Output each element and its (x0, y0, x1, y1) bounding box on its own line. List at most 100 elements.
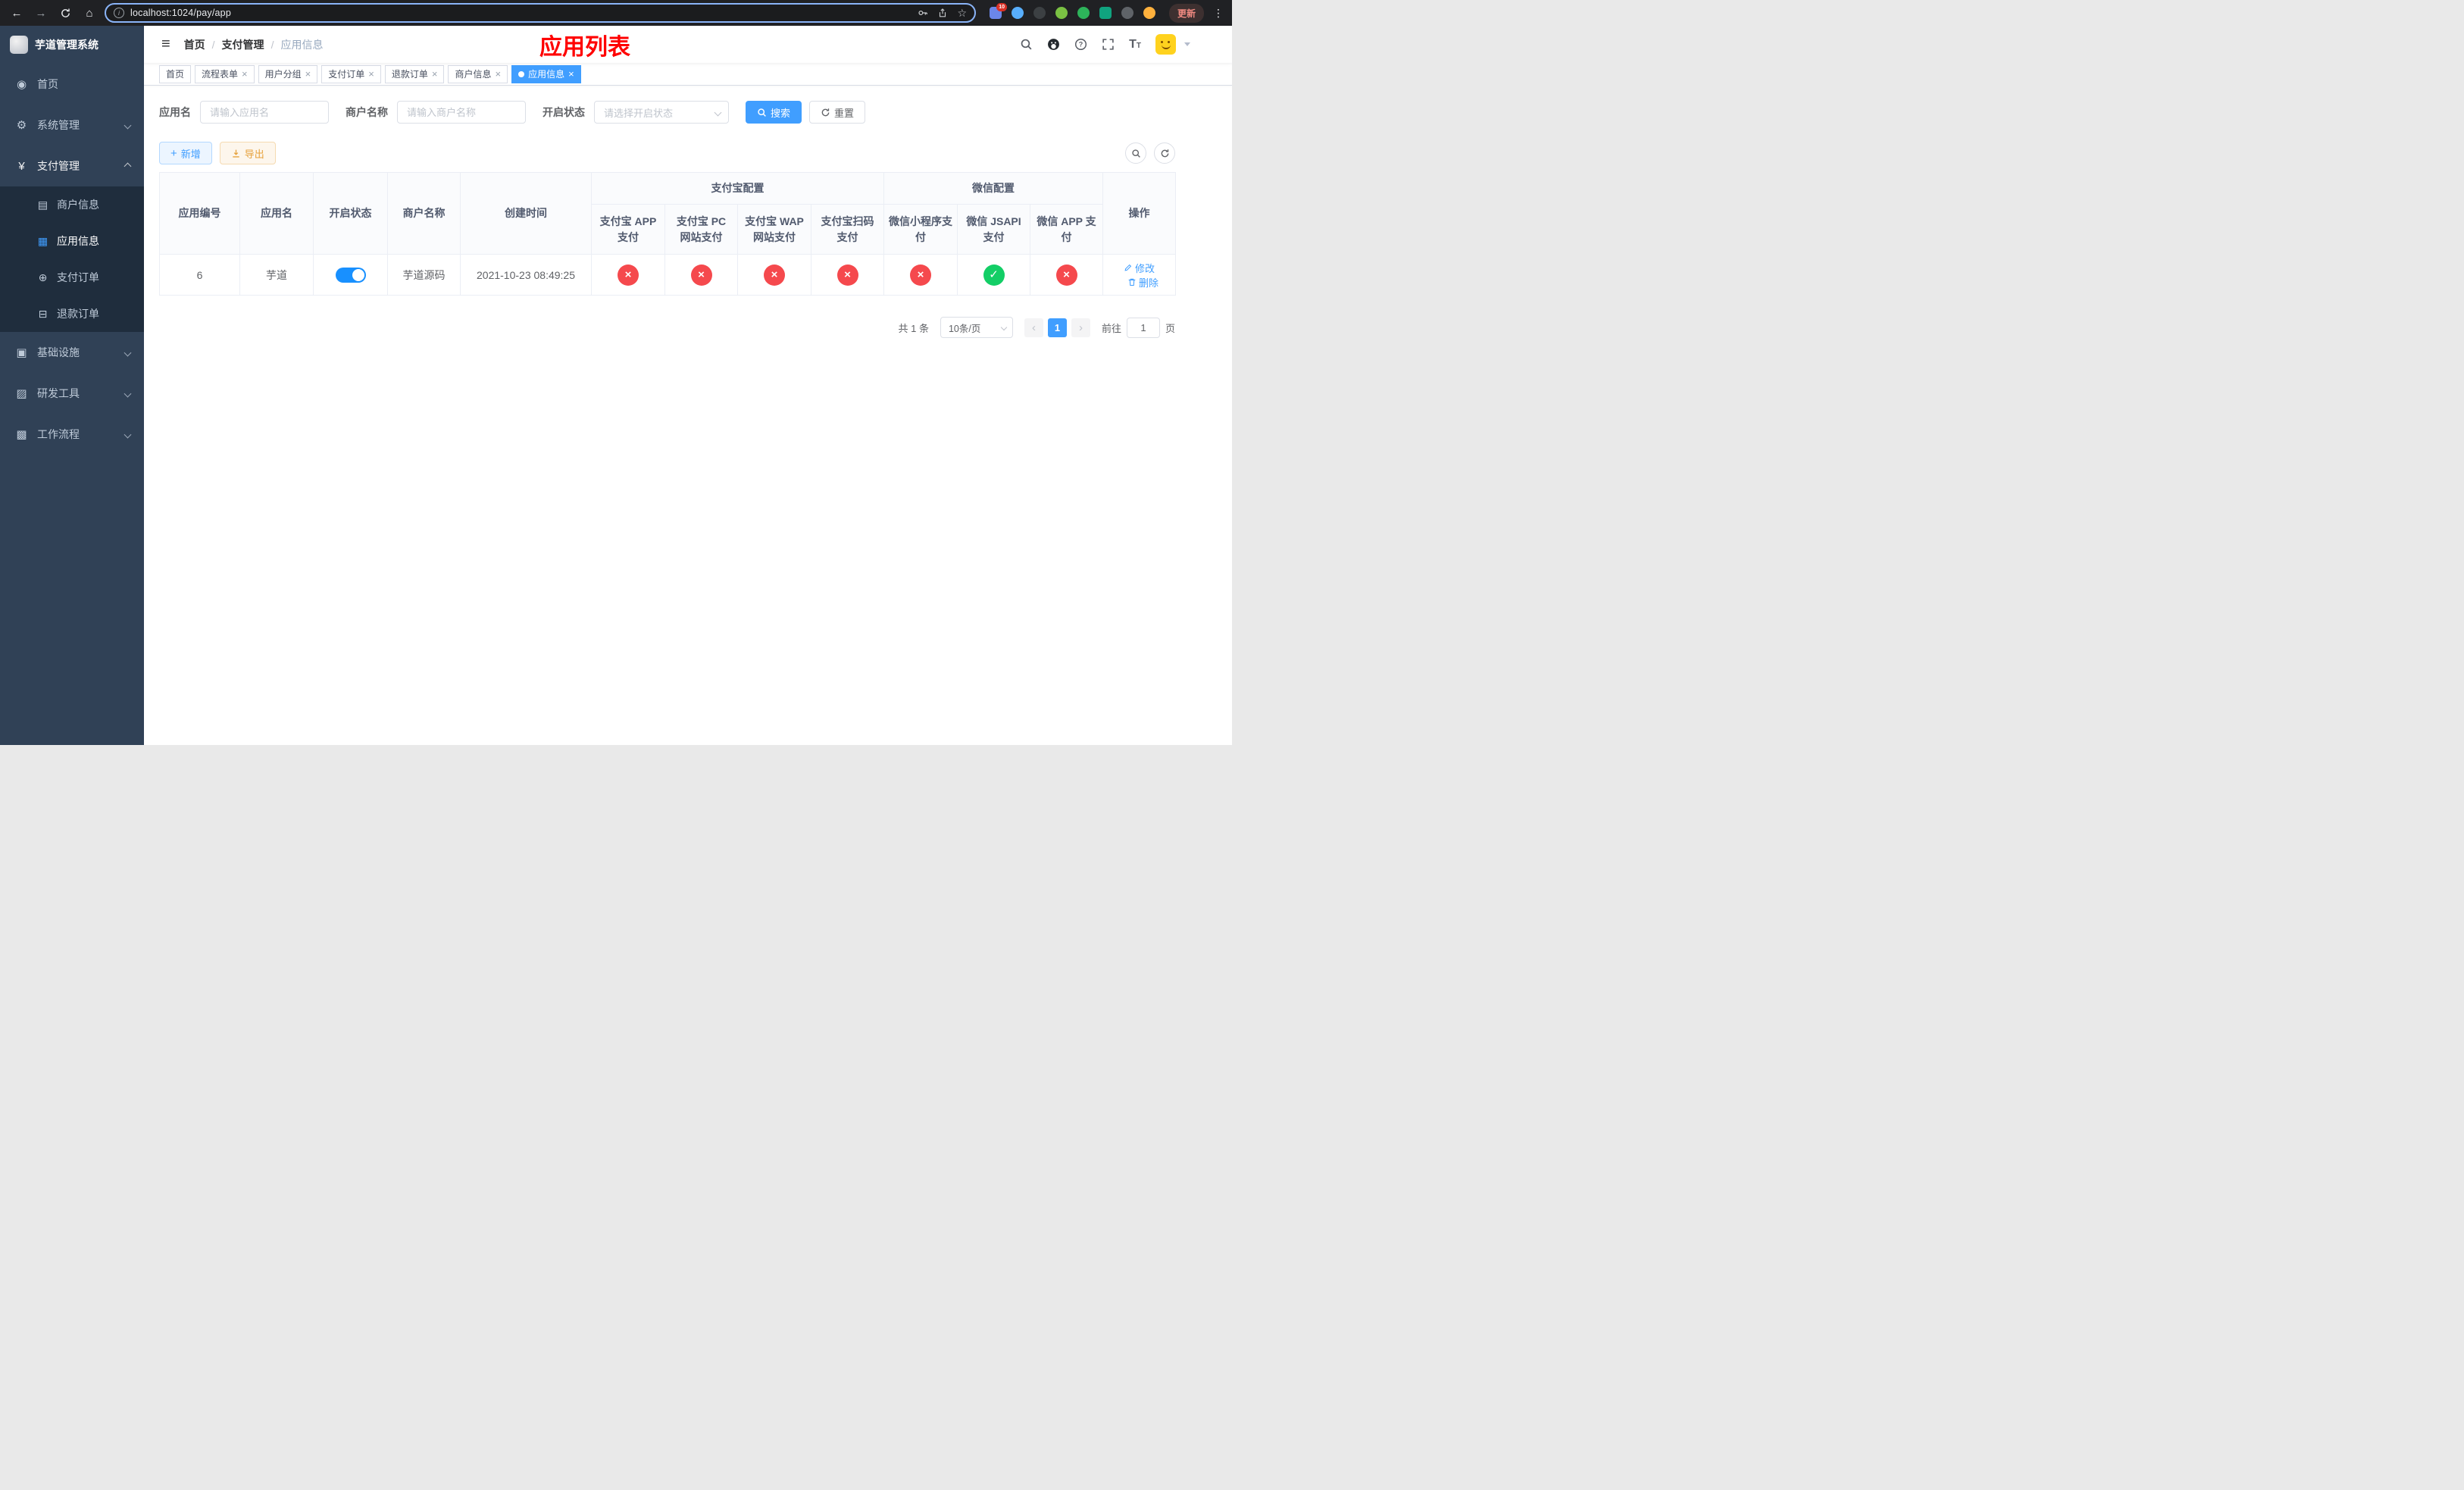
font-size-icon[interactable]: TT (1129, 38, 1141, 51)
search-icon (758, 108, 766, 117)
extension-icon-8[interactable] (1143, 7, 1155, 19)
search-icon (1131, 149, 1140, 158)
forward-icon[interactable]: → (32, 4, 50, 22)
app-name-input[interactable] (200, 101, 329, 124)
reload-icon[interactable] (56, 4, 74, 22)
breadcrumb-payment[interactable]: 支付管理 (205, 37, 264, 52)
search-icon[interactable] (1020, 38, 1033, 51)
extension-icon-6[interactable] (1099, 7, 1112, 19)
cell-merchant: 芋道源码 (387, 254, 461, 296)
merchant-name-input[interactable] (397, 101, 526, 124)
tab-app-info[interactable]: 应用信息 × (511, 64, 581, 83)
cell-actions: 修改 删除 (1102, 254, 1176, 296)
close-icon[interactable]: × (568, 69, 574, 79)
close-icon[interactable]: × (432, 69, 438, 79)
payment-submenu: ▤ 商户信息 ▦ 应用信息 ⊕ 支付订单 ⊟ 退款订单 (0, 186, 144, 332)
refresh-icon (821, 108, 830, 116)
col-merchant: 商户名称 (387, 172, 461, 255)
chrome-menu-icon[interactable]: ⋮ (1210, 7, 1227, 20)
extension-badge: 10 (996, 3, 1007, 11)
sidebar-toggle-icon[interactable]: ≡ (155, 36, 177, 53)
export-button[interactable]: 导出 (219, 142, 276, 164)
trash-icon (1128, 278, 1136, 286)
next-page-button[interactable]: › (1071, 318, 1090, 337)
chevron-down-icon (124, 390, 132, 397)
search-form: 应用名 商户名称 开启状态 请选择开启状态 (159, 101, 1217, 124)
wx-lite-status-icon: × (910, 264, 931, 286)
search-button[interactable]: 搜索 (746, 101, 802, 124)
bookmark-star-icon[interactable]: ☆ (957, 8, 967, 18)
alipay-qr-status-icon: × (836, 264, 858, 286)
reset-button[interactable]: 重置 (809, 101, 866, 124)
url-text: localhost:1024/pay/app (130, 8, 231, 18)
sidebar-item-app-info[interactable]: ▦ 应用信息 (0, 223, 144, 259)
close-icon[interactable]: × (305, 69, 311, 79)
prev-page-button[interactable]: ‹ (1024, 318, 1043, 337)
wx-jsapi-status-icon: ✓ (983, 264, 1005, 286)
close-icon[interactable]: × (368, 69, 374, 79)
home-icon[interactable]: ⌂ (80, 4, 98, 22)
goto-page-input[interactable] (1126, 317, 1160, 338)
password-key-icon[interactable] (918, 8, 928, 18)
sidebar-item-refund-order[interactable]: ⊟ 退款订单 (0, 296, 144, 332)
sidebar-item-merchant-info[interactable]: ▤ 商户信息 (0, 186, 144, 223)
page-number-1[interactable]: 1 (1047, 318, 1067, 337)
sidebar-item-pay-order[interactable]: ⊕ 支付订单 (0, 259, 144, 296)
github-icon[interactable] (1047, 38, 1060, 51)
close-icon[interactable]: × (242, 69, 248, 79)
help-icon[interactable]: ? (1074, 38, 1087, 51)
tab-merchant-info[interactable]: 商户信息 × (448, 64, 508, 83)
sidebar-item-payment[interactable]: ¥ 支付管理 (0, 146, 144, 186)
col-status: 开启状态 (313, 172, 388, 255)
chrome-update-button[interactable]: 更新 (1169, 3, 1205, 23)
app-main: 应用名 商户名称 开启状态 请选择开启状态 (144, 86, 1232, 745)
group-alipay-config: 支付宝配置 (591, 172, 884, 205)
refresh-table-button[interactable] (1154, 142, 1175, 164)
extension-icon-5[interactable] (1077, 7, 1090, 19)
document-icon: ⊟ (38, 307, 48, 320)
goto-unit: 页 (1165, 322, 1175, 334)
grid-icon: ▦ (37, 234, 48, 247)
user-avatar[interactable] (1155, 34, 1176, 55)
sidebar-item-infrastructure[interactable]: ▣ 基础设施 (0, 332, 144, 373)
site-info-icon[interactable]: i (114, 8, 124, 18)
table-toolbar: + 新增 导出 (159, 142, 1175, 164)
status-label: 开启状态 (543, 106, 585, 118)
extension-icon-7[interactable] (1121, 7, 1134, 19)
close-icon[interactable]: × (495, 69, 501, 79)
back-icon[interactable]: ← (8, 4, 26, 22)
sidebar-item-dev-tools[interactable]: ▨ 研发工具 (0, 373, 144, 414)
col-wx-lite: 微信小程序支付 (883, 204, 958, 255)
app-table: 应用编号 应用名 开启状态 商户名称 创建时间 支付宝配置 微信配置 操作 支付… (159, 172, 1176, 296)
share-icon[interactable] (937, 8, 948, 18)
extension-icon-2[interactable] (1012, 7, 1024, 19)
extension-icon-1[interactable]: 10 (990, 3, 1007, 19)
toggle-search-button[interactable] (1125, 142, 1146, 164)
status-select[interactable]: 请选择开启状态 (594, 101, 729, 124)
status-toggle[interactable] (335, 267, 366, 283)
edit-button[interactable]: 修改 (1124, 261, 1155, 275)
extension-icon-4[interactable] (1055, 7, 1068, 19)
fullscreen-icon[interactable] (1102, 38, 1115, 51)
delete-button[interactable]: 删除 (1127, 275, 1159, 290)
wx-app-status-icon: × (1055, 264, 1077, 286)
user-menu-caret-icon[interactable] (1184, 42, 1190, 46)
address-bar[interactable]: i localhost:1024/pay/app ☆ (105, 3, 976, 23)
tab-home[interactable]: 首页 (159, 64, 192, 83)
col-actions: 操作 (1102, 172, 1176, 255)
breadcrumb-home[interactable]: 首页 (184, 37, 205, 52)
sidebar: 芋道管理系统 ◉ 首页 ⚙ 系统管理 ¥ 支付管理 ▤ 商户信息 ▦ 应用信息 … (0, 26, 144, 745)
sidebar-item-system[interactable]: ⚙ 系统管理 (0, 105, 144, 146)
add-button[interactable]: + 新增 (159, 142, 212, 164)
sidebar-item-home[interactable]: ◉ 首页 (0, 64, 144, 105)
col-alipay-qr: 支付宝扫码支付 (811, 204, 884, 255)
sidebar-item-workflow[interactable]: ▩ 工作流程 (0, 414, 144, 455)
page-size-select[interactable]: 10条/页 (940, 317, 1013, 338)
tab-refund-order[interactable]: 退款订单 × (384, 64, 445, 83)
tab-flow-form[interactable]: 流程表单 × (195, 64, 255, 83)
tab-user-group[interactable]: 用户分组 × (258, 64, 318, 83)
extension-icon-3[interactable] (1033, 7, 1046, 19)
app-brand: 芋道管理系统 (0, 26, 144, 64)
top-navbar: ≡ 首页 支付管理 应用信息 应用列表 ? TT (144, 26, 1232, 63)
tab-pay-order[interactable]: 支付订单 × (321, 64, 381, 83)
